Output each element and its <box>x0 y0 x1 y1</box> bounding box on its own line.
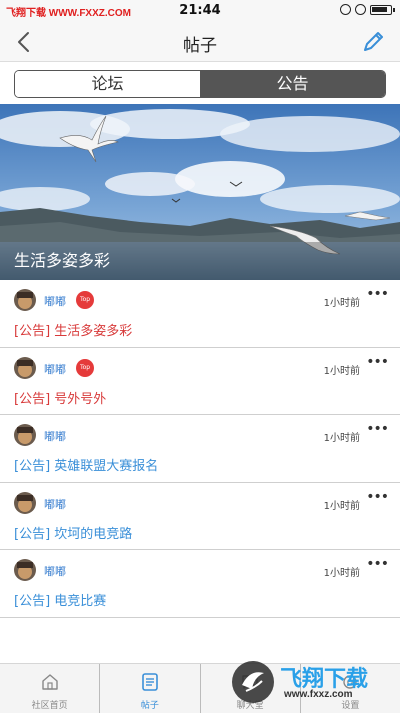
segment-wrapper: 论坛 公告 <box>0 62 400 104</box>
top-badge: Top <box>76 291 94 309</box>
list-item[interactable]: 嘟嘟 1小时前 ••• [公告] 英雄联盟大赛报名 <box>0 415 400 483</box>
avatar[interactable] <box>14 424 36 446</box>
author-name[interactable]: 嘟嘟 <box>44 428 66 444</box>
author-name[interactable]: 嘟嘟 <box>44 563 66 579</box>
alarm-icon <box>340 4 351 15</box>
tab-forum[interactable]: 论坛 <box>15 71 200 97</box>
avatar-image <box>14 289 36 311</box>
status-icons <box>340 4 395 15</box>
list-item[interactable]: 嘟嘟 Top 1小时前 ••• [公告] 号外号外 <box>0 347 400 415</box>
post-time: 1小时前 <box>323 433 360 444</box>
post-list: 嘟嘟 Top 1小时前 ••• [公告] 生活多姿多彩 嘟嘟 Top 1小时前 … <box>0 280 400 618</box>
avatar-image <box>14 424 36 446</box>
battery-icon <box>370 4 395 15</box>
more-options-icon[interactable]: ••• <box>366 421 389 437</box>
orientation-lock-icon <box>355 4 366 15</box>
navigation-bar: 帖子 <box>0 22 400 62</box>
post-time: 1小时前 <box>323 298 360 309</box>
document-icon <box>142 673 158 691</box>
brand-logo-icon <box>232 661 274 703</box>
author-name[interactable]: 嘟嘟 <box>44 361 66 377</box>
post-title[interactable]: [公告] 生活多姿多彩 <box>14 320 132 339</box>
post-time: 1小时前 <box>323 500 360 512</box>
avatar-image <box>14 356 36 379</box>
author-name[interactable]: 嘟嘟 <box>44 496 66 512</box>
more-options-icon[interactable]: ••• <box>366 556 389 572</box>
list-item[interactable]: 嘟嘟 1小时前 ••• [公告] 电竞比赛 <box>0 550 400 618</box>
post-title[interactable]: [公告] 号外号外 <box>14 388 106 407</box>
avatar-image <box>14 491 36 514</box>
tab-community-home[interactable]: 社区首页 <box>0 664 99 713</box>
tab-posts[interactable]: 帖子 <box>99 664 199 713</box>
tab-label: 帖子 <box>140 701 159 711</box>
tab-announcement[interactable]: 公告 <box>200 71 385 97</box>
compose-button[interactable] <box>360 28 386 56</box>
post-time: 1小时前 <box>323 365 360 377</box>
banner-carousel[interactable]: 生活多姿多彩 <box>0 104 400 280</box>
segmented-control: 论坛 公告 <box>14 70 386 98</box>
author-name[interactable]: 嘟嘟 <box>44 293 66 309</box>
page-title: 帖子 <box>183 36 217 56</box>
brand-watermark: 飞翔下载 www.fxxz.com <box>230 659 390 707</box>
avatar-image <box>14 559 36 581</box>
list-item[interactable]: 嘟嘟 1小时前 ••• [公告] 坎坷的电竞路 <box>0 482 400 550</box>
list-item[interactable]: 嘟嘟 Top 1小时前 ••• [公告] 生活多姿多彩 <box>0 280 400 348</box>
post-time: 1小时前 <box>323 568 360 579</box>
status-bar: 飞翔下载 WWW.FXXZ.COM 21:44 <box>0 0 400 22</box>
avatar[interactable] <box>14 559 36 581</box>
home-icon <box>41 674 58 690</box>
avatar[interactable] <box>14 491 36 514</box>
more-options-icon[interactable]: ••• <box>366 354 389 370</box>
brand-url: www.fxxz.com <box>284 689 353 700</box>
post-title[interactable]: [公告] 坎坷的电竞路 <box>14 523 132 542</box>
post-title[interactable]: [公告] 英雄联盟大赛报名 <box>14 455 158 474</box>
banner-caption: 生活多姿多彩 <box>0 242 400 280</box>
post-title[interactable]: [公告] 电竞比赛 <box>14 590 106 609</box>
avatar[interactable] <box>14 289 36 311</box>
pencil-icon <box>364 32 383 51</box>
more-options-icon[interactable]: ••• <box>366 286 389 302</box>
top-badge: Top <box>76 358 94 377</box>
tab-label: 社区首页 <box>31 701 68 711</box>
avatar[interactable] <box>14 356 36 379</box>
more-options-icon[interactable]: ••• <box>366 489 389 505</box>
